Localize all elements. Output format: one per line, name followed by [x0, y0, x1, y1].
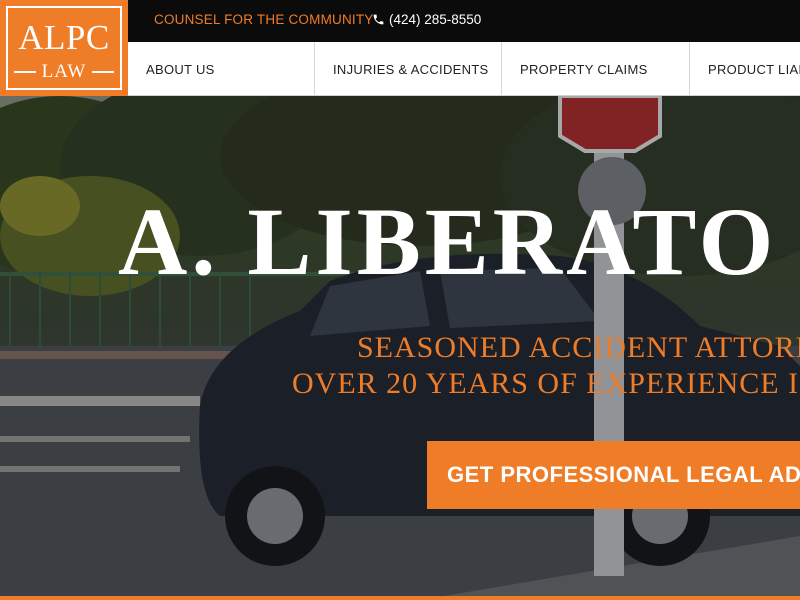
- logo-divider-left: [13, 71, 36, 73]
- tagline: COUNSEL FOR THE COMMUNITY: [154, 12, 374, 27]
- nav-item-label: PRODUCT LIAB: [708, 61, 800, 77]
- logo-law-row: LAW: [8, 62, 120, 82]
- hero-subtitle-line-2: OVER 20 YEARS OF EXPERIENCE IN: [292, 367, 800, 400]
- nav-item-property-claims[interactable]: PROPERTY CLAIMS: [502, 42, 690, 96]
- logo-alpc-text: ALPC: [18, 18, 110, 57]
- nav-item-label: PROPERTY CLAIMS: [520, 61, 648, 77]
- nav-item-product-liability[interactable]: PRODUCT LIAB: [690, 42, 800, 96]
- get-legal-advice-button[interactable]: GET PROFESSIONAL LEGAL AD: [427, 441, 800, 509]
- nav-item-injuries-accidents[interactable]: INJURIES & ACCIDENTS: [315, 42, 502, 96]
- logo-frame: ALPC LAW: [6, 6, 122, 90]
- logo-divider-right: [92, 71, 115, 73]
- phone-icon: [373, 14, 384, 25]
- hero-title: A. LIBERATO: [118, 188, 778, 295]
- site-logo[interactable]: ALPC LAW: [0, 0, 128, 96]
- phone-link[interactable]: (424) 285-8550: [372, 12, 481, 27]
- phone-number: (424) 285-8550: [389, 12, 482, 27]
- main-nav: ABOUT US INJURIES & ACCIDENTS PROPERTY C…: [128, 42, 800, 96]
- nav-item-label: ABOUT US: [146, 61, 215, 77]
- nav-item-about-us[interactable]: ABOUT US: [128, 42, 315, 96]
- hero-section: A. LIBERATO SEASONED ACCIDENT ATTORN OVE…: [0, 96, 800, 600]
- hero-subtitle-line-1: SEASONED ACCIDENT ATTORN: [357, 331, 800, 364]
- logo-law-text: LAW: [41, 61, 87, 82]
- nav-item-label: INJURIES & ACCIDENTS: [333, 61, 489, 77]
- bottom-accent-strip: [0, 596, 800, 600]
